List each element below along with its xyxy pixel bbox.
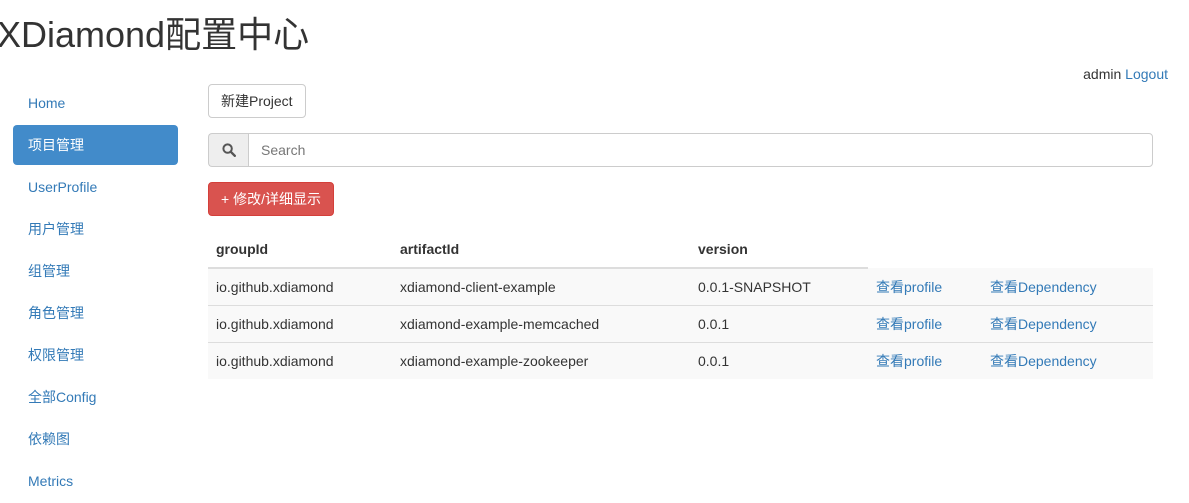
sidebar-item-home[interactable]: Home <box>13 83 178 123</box>
cell-profile: 查看profile <box>868 342 982 379</box>
cell-profile: 查看profile <box>868 268 982 306</box>
cell-dependency: 查看Dependency <box>982 305 1153 343</box>
column-header-dependency <box>982 231 1153 268</box>
sidebar: Home 项目管理 UserProfile 用户管理 组管理 角色管理 权限管理… <box>13 83 178 503</box>
search-input[interactable] <box>248 133 1153 167</box>
sidebar-item-project-management[interactable]: 项目管理 <box>13 125 178 165</box>
logout-link[interactable]: Logout <box>1125 66 1168 82</box>
new-project-button[interactable]: 新建Project <box>208 84 306 118</box>
sidebar-item-user-management[interactable]: 用户管理 <box>13 209 178 249</box>
cell-dependency: 查看Dependency <box>982 342 1153 379</box>
sidebar-item-metrics[interactable]: Metrics <box>13 461 178 501</box>
cell-dependency: 查看Dependency <box>982 268 1153 306</box>
table-row: io.github.xdiamond xdiamond-example-memc… <box>208 305 1153 343</box>
table-row: io.github.xdiamond xdiamond-example-zook… <box>208 342 1153 379</box>
cell-artifactid: xdiamond-client-example <box>400 279 556 295</box>
search-group <box>208 133 1153 167</box>
sidebar-item-userprofile[interactable]: UserProfile <box>13 167 178 207</box>
cell-groupid: io.github.xdiamond <box>208 305 392 343</box>
cell-groupid: io.github.xdiamond <box>216 279 334 295</box>
column-header-groupid: groupId <box>208 231 392 269</box>
column-header-version: version <box>690 231 868 269</box>
table-header-row: groupId artifactId version <box>208 231 1153 269</box>
view-dependency-link[interactable]: 查看Dependency <box>990 279 1097 295</box>
sidebar-item-permission-management[interactable]: 权限管理 <box>13 335 178 375</box>
cell-version: 0.0.1-SNAPSHOT <box>698 279 811 295</box>
edit-detail-button[interactable]: + 修改/详细显示 <box>208 182 334 216</box>
cell-artifactid: xdiamond-example-memcached <box>392 305 690 343</box>
column-header-artifactid: artifactId <box>392 231 690 269</box>
projects-table: groupId artifactId version io.github.xdi… <box>208 231 1153 379</box>
app-title: XDiamond配置中心 <box>0 14 310 55</box>
cell-profile: 查看profile <box>868 305 982 343</box>
view-profile-link[interactable]: 查看profile <box>876 316 942 332</box>
view-dependency-link[interactable]: 查看Dependency <box>990 316 1097 332</box>
sidebar-item-all-config[interactable]: 全部Config <box>13 377 178 417</box>
user-area: admin Logout <box>1083 66 1168 82</box>
username: admin <box>1083 66 1122 82</box>
main-content: 新建Project + 修改/详细显示 groupId artifactId v… <box>208 84 1153 379</box>
view-dependency-link[interactable]: 查看Dependency <box>990 353 1097 369</box>
sidebar-item-role-management[interactable]: 角色管理 <box>13 293 178 333</box>
cell-version: 0.0.1 <box>690 342 868 379</box>
view-profile-link[interactable]: 查看profile <box>876 353 942 369</box>
sidebar-item-dependency-graph[interactable]: 依赖图 <box>13 419 178 459</box>
cell-version: 0.0.1 <box>690 305 868 343</box>
cell-groupid: io.github.xdiamond <box>208 342 392 379</box>
column-header-profile <box>868 231 982 268</box>
search-icon <box>208 133 248 167</box>
view-profile-link[interactable]: 查看profile <box>876 279 942 295</box>
sidebar-item-group-management[interactable]: 组管理 <box>13 251 178 291</box>
table-row: io.github.xdiamond xdiamond-client-examp… <box>208 268 1153 306</box>
cell-artifactid: xdiamond-example-zookeeper <box>392 342 690 379</box>
